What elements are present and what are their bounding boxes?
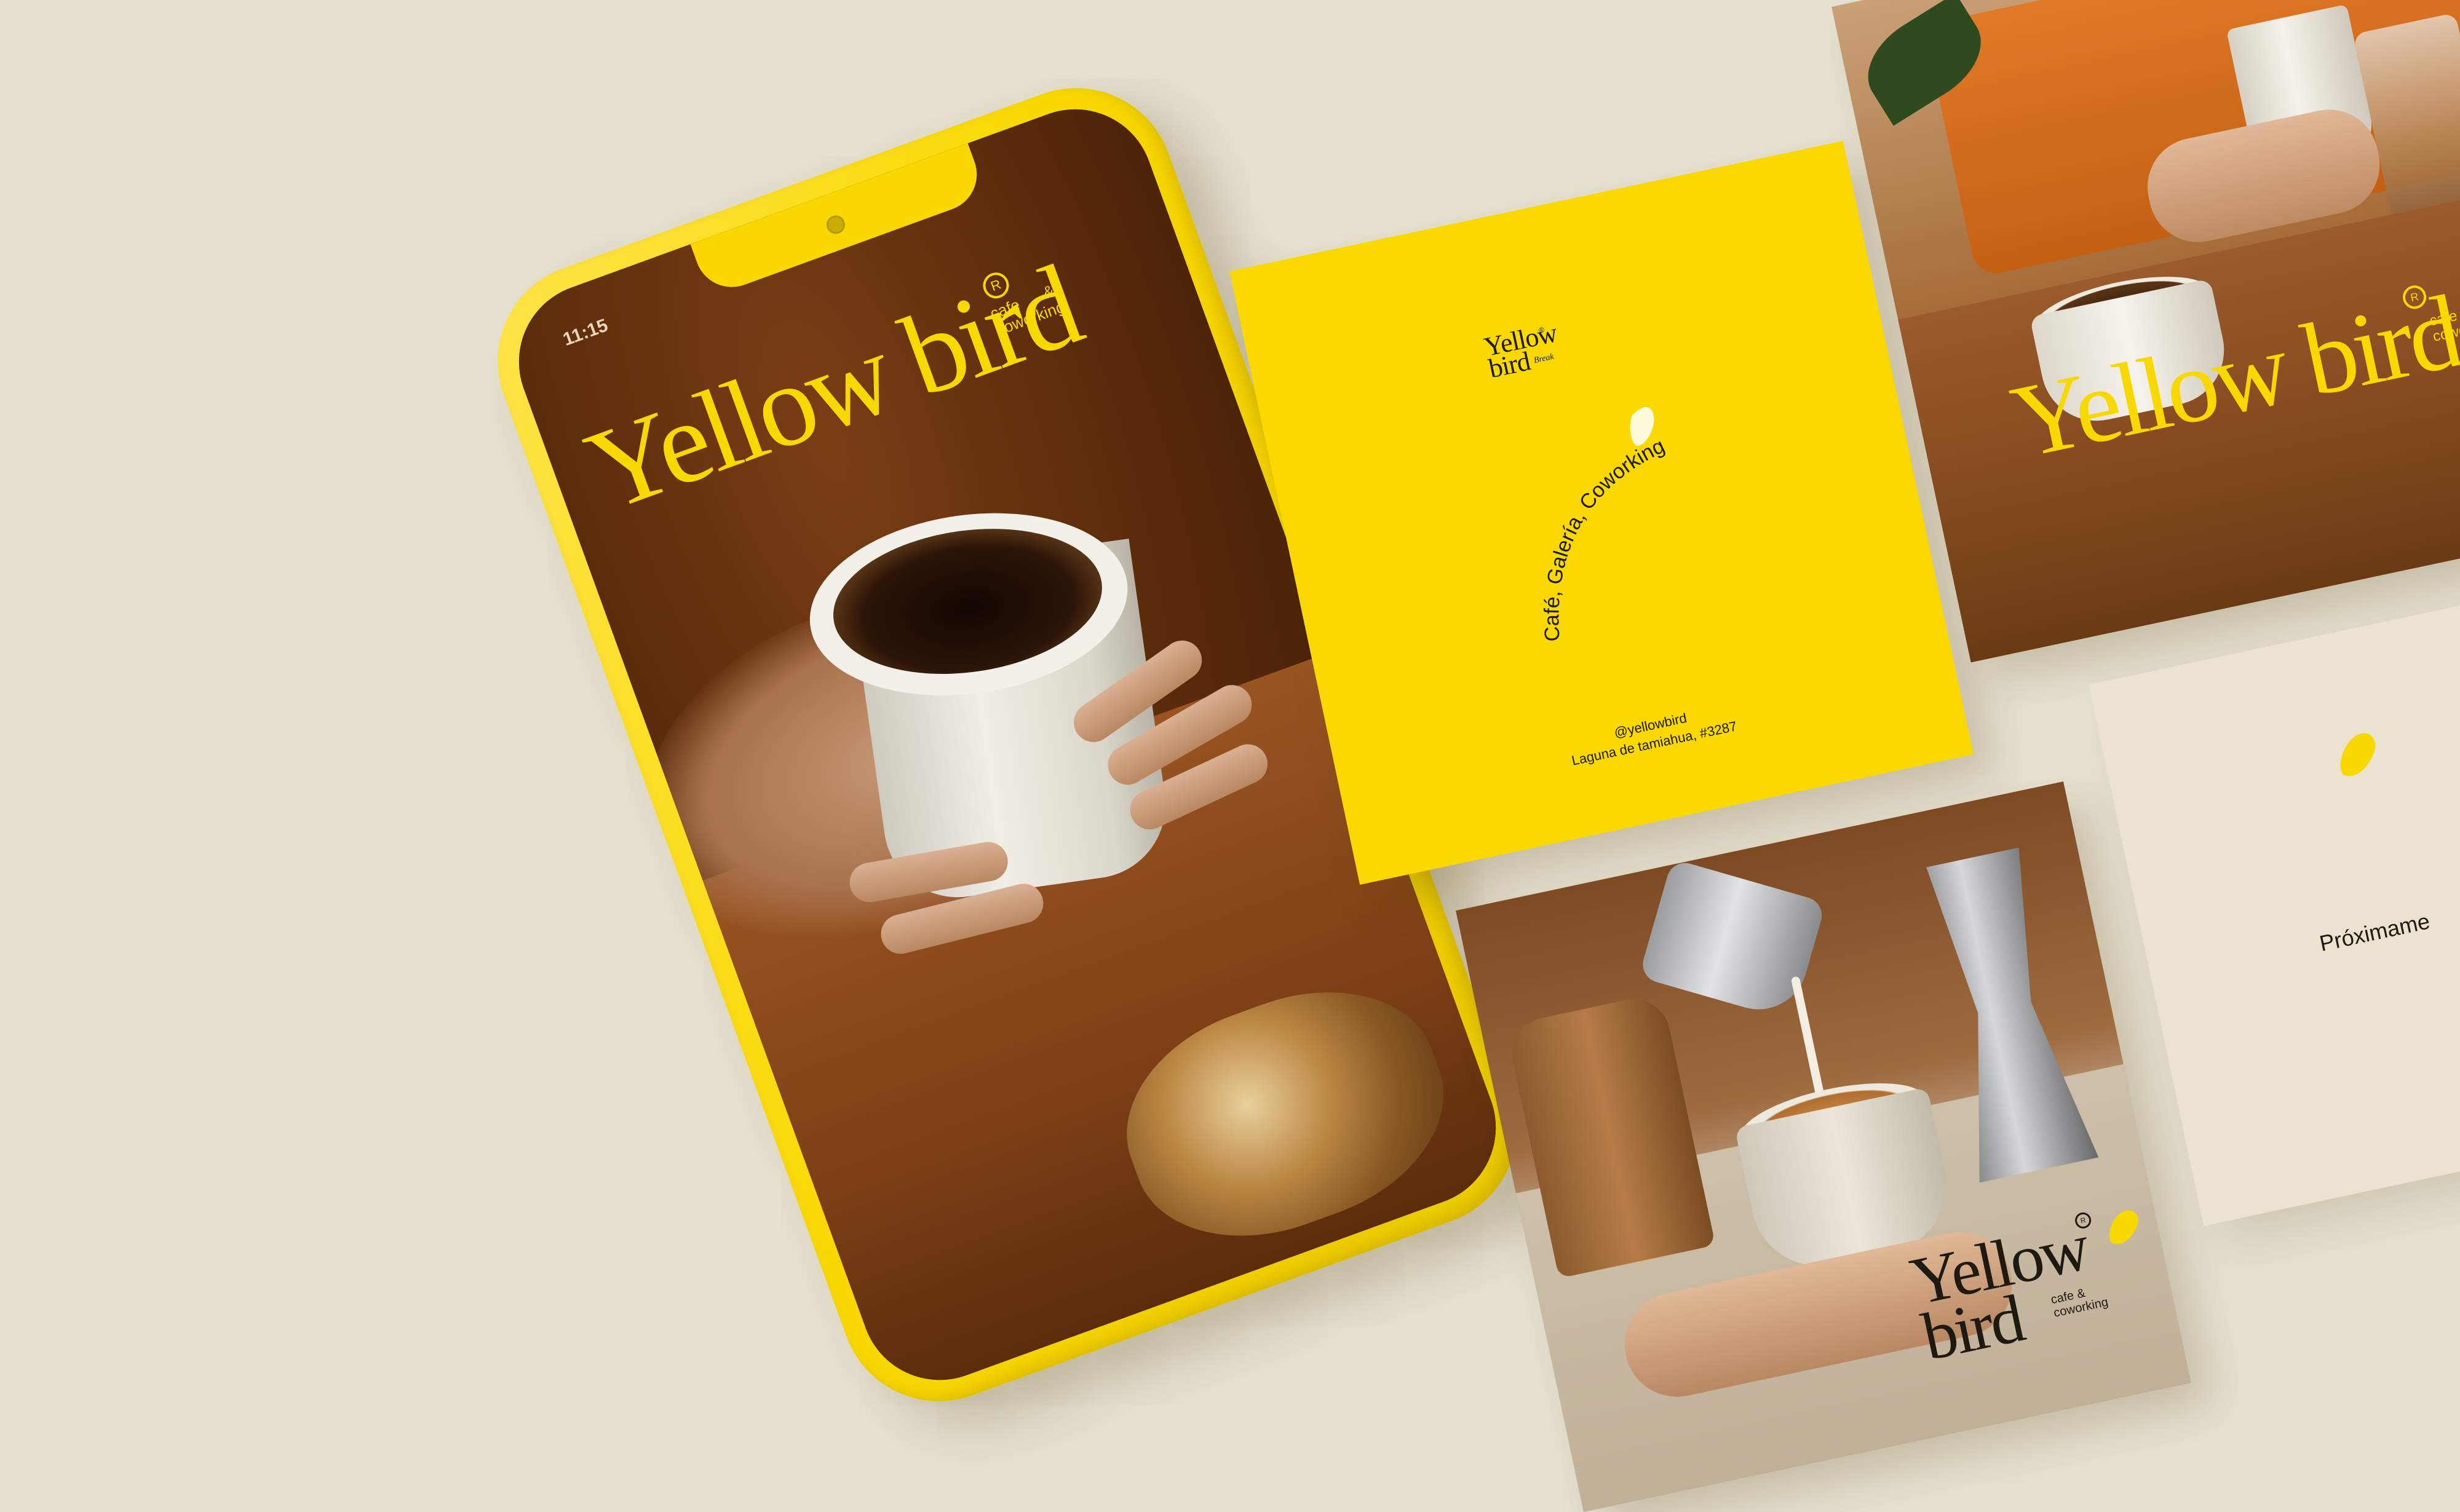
announcement-card: Próximame Ye b — [2089, 569, 2460, 1226]
flyer-tagline-text: Café, Galería, Coworking — [1504, 433, 1702, 646]
status-time: 11:15 — [560, 315, 611, 350]
bird-icon — [2336, 728, 2379, 782]
photo-card-bottom: Yellow bird R cafe & coworking — [1456, 781, 2191, 1512]
announcement-text: Próximame — [2317, 908, 2432, 957]
yellow-flyer-card: Yellow bird ® Break Café, Galería, Cowor… — [1229, 141, 1974, 885]
brand-logo: Yellow bird — [571, 241, 1094, 537]
flyer-tagline: Café, Galería, Coworking — [1504, 433, 1702, 646]
camera-icon — [823, 213, 848, 237]
tagline-arc: Café, Galería, Coworking — [1504, 407, 1702, 646]
